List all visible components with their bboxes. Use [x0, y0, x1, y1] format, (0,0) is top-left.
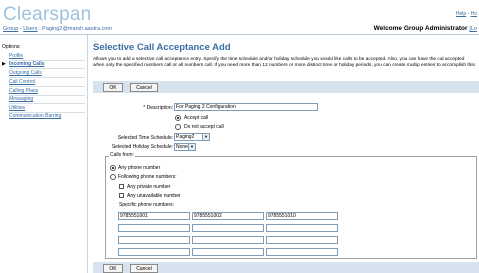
breadcrumb-users[interactable]: Users	[23, 26, 37, 32]
sidebar-divider	[9, 86, 85, 87]
top-header: Clearspan Help - Ho Group - Users : Pagi…	[0, 0, 479, 35]
phone-number-input-9[interactable]	[266, 236, 338, 244]
sidebar-heading: Options:	[2, 44, 21, 50]
phone-number-input-10[interactable]	[118, 248, 190, 256]
sidebar: Options: Profile ▶ Incoming Calls Outgoi…	[0, 35, 88, 273]
any-unavailable-number-checkbox[interactable]	[119, 193, 124, 198]
ok-button[interactable]: OK	[103, 83, 123, 92]
do-not-accept-call-label: Do not accept call	[184, 124, 224, 130]
sidebar-divider	[9, 77, 85, 78]
page-description: Allows you to add a selective call accep…	[93, 57, 477, 69]
holiday-schedule-label: Selected Holiday Schedule:	[111, 144, 173, 150]
clearspan-logo: Clearspan	[3, 4, 92, 25]
phone-number-input-3[interactable]: 9785551010	[266, 212, 338, 220]
sidebar-divider	[9, 103, 85, 104]
cancel-button[interactable]: Cancel	[130, 83, 158, 92]
phone-number-input-7[interactable]	[118, 236, 190, 244]
logout-link[interactable]: [Lo	[469, 26, 477, 32]
sidebar-item-calling-plans[interactable]: Calling Plans	[9, 88, 38, 94]
ok-button-bottom[interactable]: OK	[103, 264, 123, 273]
accept-call-label: Accept call	[184, 115, 209, 121]
sidebar-item-messaging[interactable]: Messaging	[9, 96, 33, 102]
breadcrumb: Group - Users : Paging2@marsh.aastra.com	[3, 26, 112, 32]
breadcrumb-group[interactable]: Group	[3, 26, 18, 32]
phone-number-input-8[interactable]	[192, 236, 264, 244]
welcome-text: Welcome Group Administrator [Lo	[373, 25, 477, 32]
following-phone-numbers-label: Following phone numbers:	[118, 174, 177, 180]
sidebar-item-call-control[interactable]: Call Control	[9, 79, 35, 85]
top-links: Help - Ho	[455, 11, 477, 17]
phone-number-input-1[interactable]: 9785551001	[118, 212, 190, 220]
page-title: Selective Call Acceptance Add	[93, 42, 231, 53]
phone-number-input-4[interactable]	[118, 224, 190, 232]
following-phone-numbers-radio[interactable]	[110, 174, 116, 180]
sidebar-item-utilities[interactable]: Utilities	[9, 105, 25, 111]
phone-number-input-6[interactable]	[266, 224, 338, 232]
home-link[interactable]: Ho	[471, 11, 477, 17]
chevron-down-icon: ▼	[188, 144, 195, 150]
description-label: * Description:	[143, 105, 173, 111]
current-item-arrow-icon: ▶	[2, 61, 6, 67]
help-link[interactable]: Help	[456, 11, 466, 17]
any-phone-number-radio[interactable]	[110, 165, 116, 171]
phone-number-input-5[interactable]	[192, 224, 264, 232]
specific-phone-numbers-label: Specific phone numbers:	[119, 202, 175, 208]
description-input[interactable]: For Paging 2 Configuration	[174, 103, 318, 111]
sidebar-item-incoming-calls[interactable]: Incoming Calls	[9, 61, 45, 67]
holiday-schedule-select[interactable]: None ▼	[174, 143, 196, 151]
chevron-down-icon: ▼	[202, 134, 209, 140]
sidebar-divider	[9, 68, 85, 69]
any-unavailable-number-label: Any unavailable number	[127, 193, 181, 199]
any-phone-number-label: Any phone number	[118, 165, 161, 171]
time-schedule-select[interactable]: Paging2 ▼	[174, 133, 210, 141]
sidebar-item-outgoing-calls[interactable]: Outgoing Calls	[9, 70, 42, 76]
bottom-button-bar: OK Cancel	[93, 262, 479, 273]
any-private-number-label: Any private number	[127, 184, 171, 190]
sidebar-item-profile[interactable]: Profile	[9, 53, 23, 59]
do-not-accept-call-radio[interactable]	[175, 124, 181, 130]
sidebar-item-communication-barring[interactable]: Communication Barring	[9, 113, 61, 119]
time-schedule-label: Selected Time Schedule:	[117, 135, 173, 141]
top-button-bar: OK Cancel	[93, 81, 479, 93]
phone-number-input-12[interactable]	[266, 248, 338, 256]
phone-number-input-2[interactable]: 9785551002	[192, 212, 264, 220]
cancel-button-bottom[interactable]: Cancel	[130, 264, 158, 273]
phone-number-input-11[interactable]	[192, 248, 264, 256]
any-private-number-checkbox[interactable]	[119, 184, 124, 189]
calls-from-legend: Calls from:	[109, 152, 135, 158]
accept-call-radio[interactable]	[175, 115, 181, 121]
breadcrumb-current-user: Paging2@marsh.aastra.com	[42, 26, 112, 32]
